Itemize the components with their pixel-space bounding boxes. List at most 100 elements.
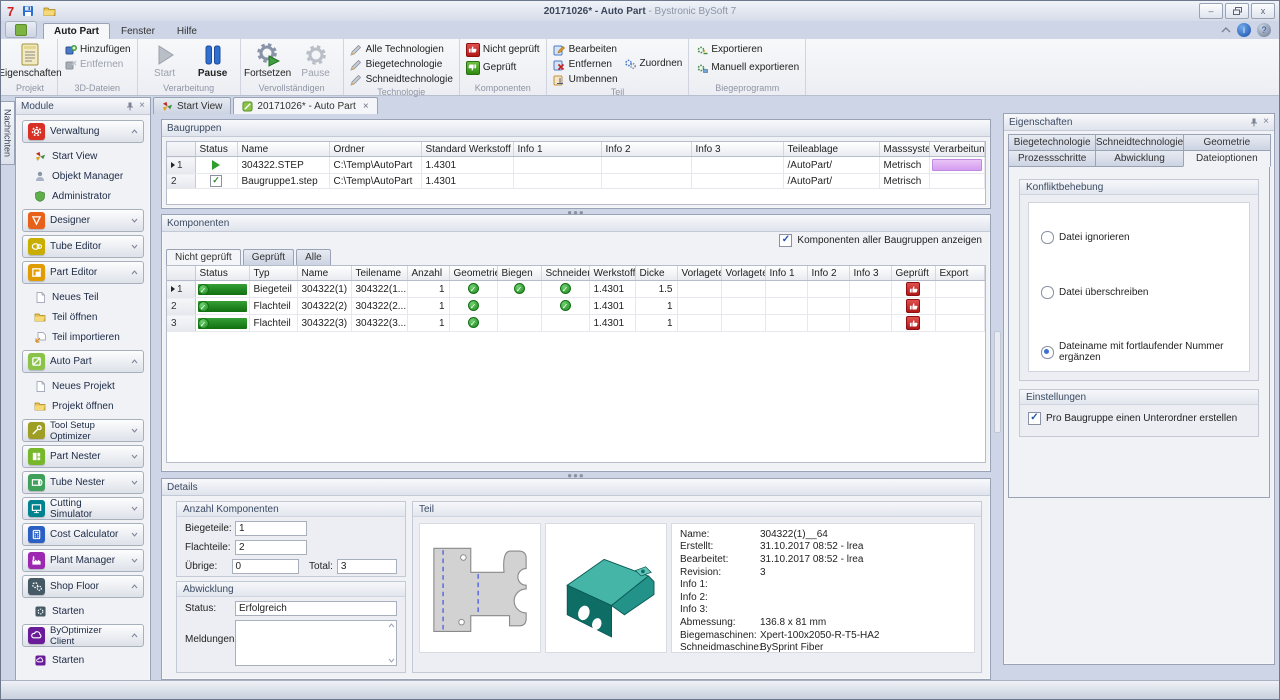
close-panel-icon[interactable]: ×	[139, 101, 145, 111]
save-button[interactable]	[20, 4, 36, 18]
tab-biegetechnologie[interactable]: Biegetechnologie	[1008, 134, 1096, 151]
ribbon-group-verarbeitung: Start Pause Verarbeitung	[138, 39, 241, 95]
radio-dateiname-ergaenzen[interactable]: Dateiname mit fortlaufender Nummer ergän…	[1041, 341, 1249, 363]
pin-icon[interactable]	[1250, 118, 1258, 127]
vertical-splitter[interactable]	[994, 331, 1001, 433]
module-section-shop-floor[interactable]: Shop Floor	[22, 575, 144, 598]
help-icon[interactable]: ?	[1257, 23, 1271, 37]
module-item-objekt-manager[interactable]: Objekt Manager	[16, 166, 150, 186]
komponenten-table[interactable]: StatusTyp NameTeilename AnzahlGeometrie …	[167, 266, 985, 332]
flat-pattern-preview[interactable]	[419, 523, 541, 653]
tab-alle[interactable]: Alle	[296, 249, 331, 265]
tab-geprueft[interactable]: Geprüft	[243, 249, 294, 265]
module-section-tool-setup-optimizer[interactable]: Tool Setup Optimizer	[22, 419, 144, 442]
komponenten-row-2[interactable]: 2 ✓ Flachteil 304322(2) 304322(2... 1 ✓ …	[167, 298, 985, 315]
bearbeiten-button[interactable]: Bearbeiten	[551, 43, 620, 56]
module-item-teil-importieren[interactable]: Teil importieren	[16, 327, 150, 347]
minimize-button[interactable]: –	[1199, 3, 1223, 19]
umbennen-button[interactable]: Umbennen	[551, 73, 620, 86]
radio-datei-ignorieren[interactable]: Datei ignorieren	[1041, 231, 1130, 244]
module-section-part-editor[interactable]: Part Editor	[22, 261, 144, 284]
schneidtechnologie-button[interactable]: Schneidtechnologie	[348, 73, 455, 86]
start-cloud-icon	[34, 654, 46, 666]
komponenten-row-1[interactable]: 1 ✓ Biegeteil 304322(1) 304322(1... 1 ✓ …	[167, 281, 985, 298]
tab-dateioptionen[interactable]: Dateioptionen	[1183, 150, 1271, 167]
close-tab-icon[interactable]: ×	[363, 101, 369, 112]
part-3d-preview[interactable]	[545, 523, 667, 653]
uebrige-field[interactable]: 0	[232, 559, 300, 574]
baugruppen-table[interactable]: StatusName OrdnerStandard Werkstoff Info…	[167, 142, 985, 189]
module-item-projekt-oeffnen[interactable]: Projekt öffnen	[16, 396, 150, 416]
baugruppen-row-1[interactable]: 1 304322.STEP C:\Temp\AutoPart 1.4301 /A…	[167, 157, 985, 174]
start-button[interactable]: Start	[142, 41, 188, 79]
chevron-down-icon	[131, 532, 138, 537]
meldungen-field[interactable]	[235, 620, 397, 666]
eigenschaften-button[interactable]: Eigenschaften	[7, 41, 53, 79]
tab-prozessschritte[interactable]: Prozessschritte	[1008, 150, 1096, 167]
module-section-tube-editor[interactable]: Tube Editor	[22, 235, 144, 258]
zuordnen-button[interactable]: Zuordnen	[622, 57, 685, 70]
start-view-icon	[34, 150, 46, 162]
baugruppen-row-2[interactable]: 2 ✓ Baugruppe1.step C:\Temp\AutoPart 1.4…	[167, 174, 985, 189]
tab-fenster[interactable]: Fenster	[110, 23, 166, 39]
flachteile-field[interactable]: 2	[235, 540, 307, 555]
tab-abwicklung[interactable]: Abwicklung	[1095, 150, 1183, 167]
exportieren-button[interactable]: Exportieren	[693, 43, 801, 56]
total-field[interactable]: 3	[337, 559, 397, 574]
pause-button[interactable]: Pause	[190, 41, 236, 79]
collapse-ribbon-icon[interactable]	[1221, 26, 1231, 34]
manuell-exportieren-button[interactable]: Manuell exportieren	[693, 61, 801, 74]
entfernen-3d-button[interactable]: Entfernen	[62, 58, 133, 71]
ribbon-tab-row: Auto Part Fenster Hilfe	[1, 21, 1279, 39]
module-item-neues-teil[interactable]: Neues Teil	[16, 287, 150, 307]
scroll-up-icon[interactable]	[388, 623, 395, 628]
tab-nicht-geprueft[interactable]: Nicht geprüft	[166, 249, 241, 265]
komponenten-row-3[interactable]: 3 ✓ Flachteil 304322(3) 304322(3... 1 ✓ …	[167, 315, 985, 332]
show-all-checkbox[interactable]: ✓ Komponenten aller Baugruppen anzeigen	[779, 234, 982, 247]
module-item-start-view[interactable]: Start View	[16, 146, 150, 166]
module-section-auto-part[interactable]: Auto Part	[22, 350, 144, 373]
fortsetzen-button[interactable]: Fortsetzen	[245, 41, 291, 79]
new-document-icon	[34, 380, 46, 392]
abwicklung-status-field[interactable]: Erfolgreich	[235, 601, 397, 616]
module-section-byoptimizer-client[interactable]: ByOptimizer Client	[22, 624, 144, 647]
radio-datei-ueberschreiben[interactable]: Datei überschreiben	[1041, 286, 1149, 299]
komponenten-panel: Komponenten ✓ Komponenten aller Baugrupp…	[161, 214, 991, 472]
module-section-tube-nester[interactable]: Tube Nester	[22, 471, 144, 494]
module-section-cost-calculator[interactable]: Cost Calculator	[22, 523, 144, 546]
open-button[interactable]	[41, 4, 57, 18]
module-section-designer[interactable]: Designer	[22, 209, 144, 232]
tab-schneidtechnologie[interactable]: Schneidtechnologie	[1095, 134, 1183, 151]
module-item-byoptimizer-starten[interactable]: Starten	[16, 650, 150, 670]
module-section-verwaltung[interactable]: Verwaltung	[22, 120, 144, 143]
module-section-part-nester[interactable]: Part Nester	[22, 445, 144, 468]
application-menu-button[interactable]	[5, 21, 37, 38]
biegeteile-field[interactable]: 1	[235, 521, 307, 536]
restore-button[interactable]	[1225, 3, 1249, 19]
tab-auto-part[interactable]: Auto Part	[43, 23, 110, 39]
geprueft-button[interactable]: Geprüft	[464, 61, 542, 74]
module-section-cutting-simulator[interactable]: Cutting Simulator	[22, 497, 144, 520]
module-item-administrator[interactable]: Administrator	[16, 186, 150, 206]
tab-hilfe[interactable]: Hilfe	[166, 23, 208, 39]
module-item-shopfloor-starten[interactable]: Starten	[16, 601, 150, 621]
pin-icon[interactable]	[126, 102, 134, 111]
close-button[interactable]: x	[1251, 3, 1275, 19]
hinzufuegen-button[interactable]: Hinzufügen	[62, 43, 133, 56]
module-item-neues-projekt[interactable]: Neues Projekt	[16, 376, 150, 396]
tab-geometrie[interactable]: Geometrie	[1183, 134, 1271, 151]
nicht-geprueft-button[interactable]: Nicht geprüft	[464, 43, 542, 56]
module-section-plant-manager[interactable]: Plant Manager	[22, 549, 144, 572]
tab-autopart-document[interactable]: 20171026* - Auto Part ×	[233, 97, 377, 114]
close-panel-icon[interactable]: ×	[1263, 117, 1269, 127]
biegetechnologie-button[interactable]: Biegetechnologie	[348, 58, 455, 71]
unterordner-checkbox[interactable]: ✓ Pro Baugruppe einen Unterordner erstel…	[1028, 412, 1250, 425]
alle-technologien-button[interactable]: Alle Technologien	[348, 43, 455, 56]
nachrichten-tab[interactable]: Nachrichten	[1, 101, 15, 165]
scroll-down-icon[interactable]	[388, 658, 395, 663]
pause-vervollstaendigen-button[interactable]: Pause	[293, 41, 339, 79]
tab-start-view[interactable]: Start View	[153, 97, 231, 114]
info-icon[interactable]: i	[1237, 23, 1251, 37]
module-item-teil-oeffnen[interactable]: Teil öffnen	[16, 307, 150, 327]
entfernen-teil-button[interactable]: Entfernen	[551, 58, 620, 71]
